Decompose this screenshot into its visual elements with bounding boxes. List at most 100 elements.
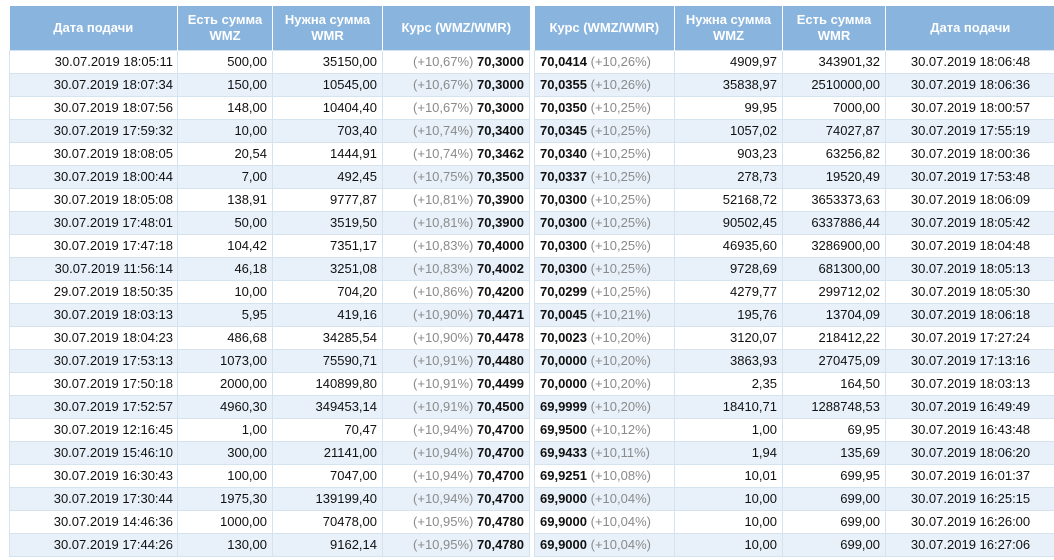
table-row[interactable]: 30.07.2019 16:30:43 100,00 7047,00 (+10,94%… [9,463,530,488]
order-rate: (+10,75%) 70,3500 [382,164,530,189]
order-need-amount: 349453,14 [272,394,383,419]
table-row[interactable]: 30.07.2019 18:04:23 486,68 34285,54 (+10,90… [9,325,530,350]
order-date: 30.07.2019 14:46:36 [9,509,178,534]
table-row[interactable]: 30.07.2019 15:46:10 300,00 21141,00 (+10,94… [9,440,530,465]
table-row[interactable]: 30.07.2019 17:53:13 1073,00 75590,71 (+10,9… [9,348,530,373]
order-need-amount: 90502,45 [674,210,783,235]
table-row[interactable]: 69,9251 (+10,08%) 10,01 699,95 30.07.2019 1… [534,463,1054,488]
rate-percent: (+10,83%) [413,238,474,253]
rate-value: 69,9000 [540,491,587,506]
rate-value: 70,4480 [477,353,524,368]
table-row[interactable]: 30.07.2019 17:47:18 104,42 7351,17 (+10,83%… [9,233,530,258]
table-row[interactable]: 30.07.2019 18:03:13 5,95 419,16 (+10,90%) 7… [9,302,530,327]
table-row[interactable]: 30.07.2019 18:07:34 150,00 10545,00 (+10,67… [9,72,530,97]
order-date: 30.07.2019 17:47:18 [9,233,178,258]
table-row[interactable]: 69,9000 (+10,04%) 10,00 699,00 30.07.2019 1… [534,509,1054,534]
table-row[interactable]: 30.07.2019 14:46:36 1000,00 70478,00 (+10,9… [9,509,530,534]
rate-percent: (+10,20%) [590,330,651,345]
table-row[interactable]: 69,9433 (+10,11%) 1,94 135,69 30.07.2019 18… [534,440,1054,465]
table-row[interactable]: 30.07.2019 17:59:32 10,00 703,40 (+10,74%) … [9,118,530,143]
header-need-wmz[interactable]: Нужна сумма WMZ [674,6,783,50]
table-row[interactable]: 30.07.2019 18:00:44 7,00 492,45 (+10,75%) 7… [9,164,530,189]
table-row[interactable]: 30.07.2019 18:05:11 500,00 35150,00 (+10,67… [9,49,530,74]
order-have-amount: 2000,00 [177,371,273,396]
order-rate: 70,0337 (+10,25%) [534,164,675,189]
rate-value: 69,9433 [540,445,587,460]
table-row[interactable]: 30.07.2019 17:50:18 2000,00 140899,80 (+10,… [9,371,530,396]
table-row[interactable]: 70,0350 (+10,25%) 99,95 7000,00 30.07.2019 … [534,95,1054,120]
order-have-amount: 135,69 [782,440,886,465]
order-have-amount: 3286900,00 [782,233,886,258]
table-row[interactable]: 69,9000 (+10,04%) 10,00 699,00 30.07.2019 1… [534,486,1054,511]
rate-value: 70,4478 [477,330,524,345]
order-have-amount: 3653373,63 [782,187,886,212]
table-row[interactable]: 70,0300 (+10,25%) 9728,69 681300,00 30.07.2… [534,256,1054,281]
rate-percent: (+10,95%) [413,514,474,529]
table-row[interactable]: 70,0414 (+10,26%) 4909,97 343901,32 30.07.2… [534,49,1054,74]
table-row[interactable]: 30.07.2019 17:44:26 130,00 9162,14 (+10,95%… [9,532,530,557]
header-rate[interactable]: Курс (WMZ/WMR) [382,6,530,50]
order-rate: (+10,74%) 70,3400 [382,118,530,143]
table-row[interactable]: 70,0345 (+10,25%) 1057,02 74027,87 30.07.20… [534,118,1054,143]
order-rate: (+10,94%) 70,4700 [382,486,530,511]
table-row[interactable]: 70,0299 (+10,25%) 4279,77 299712,02 30.07.2… [534,279,1054,304]
table-row[interactable]: 70,0000 (+10,20%) 3863,93 270475,09 30.07.2… [534,348,1054,373]
order-date: 30.07.2019 18:00:57 [885,95,1054,120]
table-row[interactable]: 30.07.2019 17:48:01 50,00 3519,50 (+10,81%)… [9,210,530,235]
order-need-amount: 139199,40 [272,486,383,511]
table-row[interactable]: 70,0023 (+10,20%) 3120,07 218412,22 30.07.2… [534,325,1054,350]
order-have-amount: 681300,00 [782,256,886,281]
order-have-amount: 699,00 [782,486,886,511]
header-have-wmr[interactable]: Есть сумма WMR [782,6,886,50]
order-date: 30.07.2019 18:07:56 [9,95,178,120]
header-have-wmz[interactable]: Есть сумма WMZ [177,6,273,50]
rate-value: 70,0350 [540,100,587,115]
rate-percent: (+10,25%) [590,238,651,253]
rate-percent: (+10,74%) [413,146,474,161]
rate-percent: (+10,25%) [590,146,651,161]
rate-percent: (+10,67%) [413,54,474,69]
rate-value: 70,4002 [477,261,524,276]
order-date: 30.07.2019 17:50:18 [9,371,178,396]
table-row[interactable]: 30.07.2019 12:16:45 1,00 70,47 (+10,94%) 70… [9,417,530,442]
order-date: 30.07.2019 16:26:00 [885,509,1054,534]
order-need-amount: 35838,97 [674,72,783,97]
header-rate[interactable]: Курс (WMZ/WMR) [534,6,675,50]
table-row[interactable]: 69,9500 (+10,12%) 1,00 69,95 30.07.2019 16:… [534,417,1054,442]
order-date: 30.07.2019 18:03:13 [9,302,178,327]
table-row[interactable]: 30.07.2019 17:30:44 1975,30 139199,40 (+10,… [9,486,530,511]
rate-value: 70,0000 [540,353,587,368]
table-row[interactable]: 70,0355 (+10,26%) 35838,97 2510000,00 30.07… [534,72,1054,97]
table-row[interactable]: 30.07.2019 18:07:56 148,00 10404,40 (+10,67… [9,95,530,120]
table-row[interactable]: 30.07.2019 17:52:57 4960,30 349453,14 (+10,… [9,394,530,419]
table-row[interactable]: 70,0300 (+10,25%) 52168,72 3653373,63 30.07… [534,187,1054,212]
rate-value: 70,0345 [540,123,587,138]
table-row[interactable]: 70,0300 (+10,25%) 90502,45 6337886,44 30.07… [534,210,1054,235]
table-row[interactable]: 30.07.2019 18:08:05 20,54 1444,91 (+10,74%)… [9,141,530,166]
header-date[interactable]: Дата подачи [9,6,178,50]
table-row[interactable]: 30.07.2019 18:05:08 138,91 9777,87 (+10,81%… [9,187,530,212]
order-have-amount: 6337886,44 [782,210,886,235]
table-row[interactable]: 70,0000 (+10,20%) 2,35 164,50 30.07.2019 18… [534,371,1054,396]
rate-percent: (+10,25%) [590,215,651,230]
table-row[interactable]: 69,9000 (+10,04%) 10,00 699,00 30.07.2019 1… [534,532,1054,557]
rate-value: 70,4500 [477,399,524,414]
order-date: 30.07.2019 18:08:05 [9,141,178,166]
order-date: 30.07.2019 18:06:09 [885,187,1054,212]
table-row[interactable]: 30.07.2019 11:56:14 46,18 3251,08 (+10,83%)… [9,256,530,281]
header-need-wmr[interactable]: Нужна сумма WMR [272,6,383,50]
order-have-amount: 130,00 [177,532,273,557]
rate-value: 70,3900 [477,215,524,230]
order-date: 30.07.2019 12:16:45 [9,417,178,442]
table-row[interactable]: 70,0300 (+10,25%) 46935,60 3286900,00 30.07… [534,233,1054,258]
table-row[interactable]: 70,0340 (+10,25%) 903,23 63256,82 30.07.201… [534,141,1054,166]
header-date[interactable]: Дата подачи [885,6,1054,50]
order-need-amount: 1444,91 [272,141,383,166]
table-row[interactable]: 69,9999 (+10,20%) 18410,71 1288748,53 30.07… [534,394,1054,419]
table-row[interactable]: 70,0045 (+10,21%) 195,76 13704,09 30.07.201… [534,302,1054,327]
order-need-amount: 10,00 [674,486,783,511]
table-row[interactable]: 70,0337 (+10,25%) 278,73 19520,49 30.07.201… [534,164,1054,189]
order-need-amount: 9728,69 [674,256,783,281]
rate-percent: (+10,04%) [590,514,651,529]
table-row[interactable]: 29.07.2019 18:50:35 10,00 704,20 (+10,86%) … [9,279,530,304]
